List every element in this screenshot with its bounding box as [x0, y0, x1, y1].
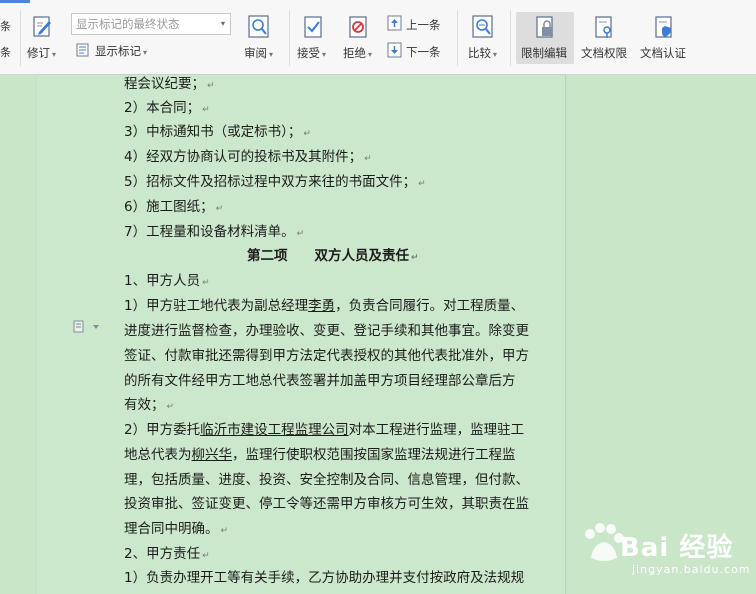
paragraph-menu-icon[interactable] — [73, 319, 101, 338]
show-markup-button[interactable]: 显示标记 ▾ — [95, 43, 147, 59]
text-line: 1）甲方驻工地代表为副总经理李勇，负责合同履行。对工程质量、 — [124, 298, 525, 314]
separator — [510, 10, 511, 66]
watermark-brand: Bai 经验 — [620, 533, 734, 563]
restrict-editing-label: 限制编辑 — [521, 46, 567, 60]
chevron-down-icon: ▾ — [368, 50, 373, 59]
reject-button[interactable]: 拒绝 ▾ — [343, 45, 372, 61]
document-certify-icon[interactable] — [654, 15, 676, 45]
show-markup-label: 显示标记 — [95, 44, 141, 58]
text-line: 地总代表为柳兴华，监理行使职权范围按国家监理法规进行工程监 — [124, 447, 516, 463]
review-icon[interactable] — [247, 14, 271, 44]
text-line: 程会议纪要； ↵ — [124, 76, 215, 92]
underlined-name: 李勇 — [308, 298, 336, 314]
text-line: 2）甲方委托临沂市建设工程监理公司对本工程进行监理，监理驻工 — [124, 422, 525, 438]
text-line: 投资审批、签证变更、停工令等还需甲方审核方可生效，其职责在监 — [124, 496, 529, 512]
review-button[interactable]: 审阅 ▾ — [244, 45, 273, 61]
compare-label: 比较 — [468, 46, 491, 60]
document-permission-icon[interactable] — [594, 15, 616, 45]
compare-icon[interactable] — [471, 14, 495, 44]
review-label: 审阅 — [244, 46, 267, 60]
separator — [289, 10, 290, 66]
accept-icon[interactable] — [303, 15, 325, 43]
text-line: 理合同中明确。 ↵ — [124, 521, 229, 537]
separator — [457, 10, 458, 66]
compare-button[interactable]: 比较 ▾ — [468, 45, 497, 61]
track-changes-icon[interactable] — [32, 15, 54, 43]
text-line: 理，包括质量、进度、投资、安全控制及合同、信息管理，但付款、 — [124, 472, 529, 488]
text-line: 签证、付款审批还需得到甲方法定代表授权的其他代表批准外，甲方 — [124, 348, 529, 364]
text-line: 3）中标通知书（或定标书）； ↵ — [124, 124, 311, 140]
chevron-down-icon: ▾ — [52, 50, 57, 59]
chevron-down-icon: ▾ — [322, 50, 327, 59]
watermark-url: jingyan.baidu.com — [632, 563, 751, 576]
text-line: 6）施工图纸； ↵ — [124, 199, 224, 215]
text-line: 2）本合同； ↵ — [124, 100, 210, 116]
text-line: 1）负责办理开工等有关手续，乙方协助办理并支付按政府及法规规 — [124, 570, 525, 586]
text-line: 有效； ↵ — [124, 397, 175, 413]
chevron-down-icon: ▾ — [493, 50, 498, 59]
chevron-down-icon[interactable]: ▾ — [221, 14, 225, 34]
next-change-button[interactable]: 下一条 — [406, 44, 441, 60]
previous-change-button[interactable]: 上一条 — [406, 17, 441, 33]
section-heading: 第二项 双方人员及责任 ↵ — [247, 248, 419, 264]
next-change-icon[interactable] — [387, 42, 403, 62]
track-changes-button[interactable]: 修订 ▾ — [27, 45, 56, 61]
reject-label: 拒绝 — [343, 46, 366, 60]
document-certify-button[interactable]: 文档认证 — [640, 45, 686, 61]
reject-icon[interactable] — [348, 15, 370, 43]
text-line: 4）经双方协商认可的投标书及其附件； ↵ — [124, 149, 372, 165]
separator — [20, 10, 21, 66]
ribbon-edge-label: 条 — [0, 20, 11, 33]
underlined-name: 临沂市建设工程监理公司 — [200, 422, 349, 438]
show-markup-icon — [75, 42, 91, 62]
chevron-down-icon: ▾ — [269, 50, 274, 59]
accept-button[interactable]: 接受 ▾ — [297, 45, 326, 61]
text-line: 2、甲方责任 ↵ — [124, 546, 210, 562]
text-line: 7）工程量和设备材料清单。 ↵ — [124, 224, 305, 240]
track-changes-label: 修订 — [27, 46, 50, 60]
accept-label: 接受 — [297, 46, 320, 60]
markup-mode-select[interactable]: 显示标记的最终状态 ▾ — [71, 13, 231, 35]
restrict-editing-icon[interactable] — [535, 15, 557, 45]
markup-mode-value: 显示标记的最终状态 — [76, 17, 180, 31]
previous-change-icon[interactable] — [387, 15, 403, 35]
ribbon-edge-label: 条 — [0, 46, 11, 59]
underlined-name: 柳兴华 — [191, 447, 233, 463]
text-line: 5）招标文件及招标过程中双方来往的书面文件； ↵ — [124, 174, 426, 190]
tab-indicator — [0, 0, 30, 3]
text-line: 进度进行监督检查，办理验收、变更、登记手续和其他事宜。除变更 — [124, 323, 529, 339]
document-permission-button[interactable]: 文档权限 — [581, 45, 627, 61]
ribbon-toolbar: 条 条 修订 ▾ 显示标记的最终状态 ▾ 显示标记 ▾ 审阅 ▾ 接受 ▾ 拒绝 ▾ 上一… — [0, 0, 756, 75]
chevron-down-icon: ▾ — [143, 48, 148, 57]
text-line: 1、甲方人员 ↵ — [124, 273, 210, 289]
page-edge — [565, 75, 566, 594]
text-line: 的所有文件经甲方工地总代表签署并加盖甲方项目经理部公章后方 — [124, 373, 516, 389]
